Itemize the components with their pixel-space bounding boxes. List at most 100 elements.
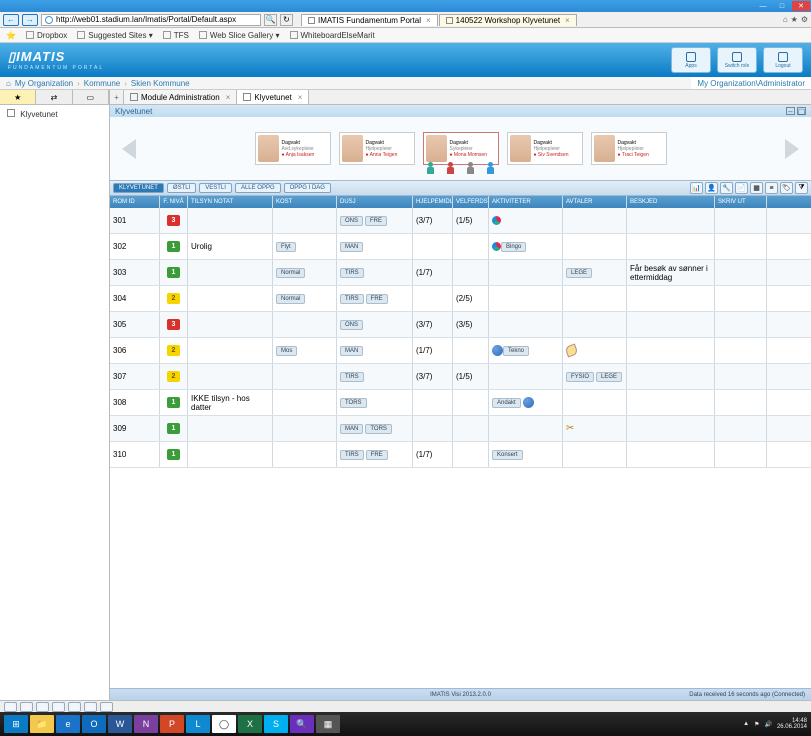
expand-panel-button[interactable]: ▢ xyxy=(797,107,806,115)
tab-klyvetunet[interactable]: Klyvetunet × xyxy=(237,90,309,104)
favorites-icon[interactable]: ★ xyxy=(791,15,798,24)
column-header[interactable]: AVTALER xyxy=(563,196,627,208)
carousel-prev[interactable] xyxy=(122,139,136,159)
status-icon[interactable] xyxy=(68,702,81,712)
task-word[interactable]: W xyxy=(108,715,132,733)
column-header[interactable]: HJELPEMIDL. xyxy=(413,196,453,208)
close-icon[interactable]: × xyxy=(226,93,231,102)
role-icon[interactable] xyxy=(445,162,457,176)
status-icon[interactable] xyxy=(52,702,65,712)
table-row[interactable]: 3072TIRS(3/7)(1/5)FYSIOLEGE xyxy=(110,364,811,390)
funnel-icon[interactable]: ⧩ xyxy=(795,182,808,194)
table-row[interactable]: 3042NormalTIRSFRE(2/5) xyxy=(110,286,811,312)
header-btn-switch-role[interactable]: Switch role xyxy=(717,47,757,73)
status-icon[interactable] xyxy=(20,702,33,712)
table-row[interactable]: 3053ONS(3/7)(3/5) xyxy=(110,312,811,338)
browser-tab[interactable]: 140522 Workshop Klyvetunet× xyxy=(439,14,577,26)
column-header[interactable]: ROM ID xyxy=(110,196,160,208)
crumb-org[interactable]: My Organization xyxy=(15,79,73,88)
task-lync[interactable]: L xyxy=(186,715,210,733)
tool-icon[interactable]: ▦ xyxy=(750,182,763,194)
column-header[interactable]: BESKJED xyxy=(627,196,715,208)
role-icon[interactable] xyxy=(485,162,497,176)
tray-icon[interactable]: ▲ xyxy=(743,721,749,727)
filter-button[interactable]: ALLE OPPG xyxy=(235,183,281,193)
column-header[interactable]: SKRIV UT xyxy=(715,196,767,208)
table-row[interactable]: 3021UroligFlytMAN Bingo xyxy=(110,234,811,260)
tool-icon[interactable]: 🏷 xyxy=(780,182,793,194)
bookmark-item[interactable]: Web Slice Gallery ▾ xyxy=(199,31,280,40)
tool-icon[interactable]: 📄 xyxy=(735,182,748,194)
column-header[interactable]: F. NIVÅ xyxy=(160,196,188,208)
minimize-panel-button[interactable]: – xyxy=(786,107,795,115)
tool-icon[interactable]: 🔧 xyxy=(720,182,733,194)
task-ie[interactable]: e xyxy=(56,715,80,733)
task-app[interactable]: ▦ xyxy=(316,715,340,733)
table-row[interactable]: 3081IKKE tilsyn - hos datterTORSAndakt xyxy=(110,390,811,416)
tray-icon[interactable]: ⚑ xyxy=(754,721,759,728)
filter-button[interactable]: KLYVETUNET xyxy=(113,183,164,193)
browser-tab[interactable]: IMATIS Fundamentum Portal× xyxy=(301,14,438,26)
add-tab-button[interactable]: + xyxy=(110,90,124,104)
refresh-button[interactable]: ↻ xyxy=(280,14,293,26)
table-row[interactable]: 3062MosMAN(1/7) Tekno xyxy=(110,338,811,364)
task-outlook[interactable]: O xyxy=(82,715,106,733)
bookmark-item[interactable]: TFS xyxy=(163,31,189,40)
status-icon[interactable] xyxy=(4,702,17,712)
staff-card[interactable]: DagvaktHjelpepleier● Siv Svendsen xyxy=(507,132,583,165)
role-icon[interactable] xyxy=(425,162,437,176)
table-row[interactable]: 3013ONSFRE(3/7)(1/5) xyxy=(110,208,811,234)
task-explorer[interactable]: 📁 xyxy=(30,715,54,733)
column-header[interactable]: TILSYN NOTAT xyxy=(188,196,273,208)
role-icon[interactable] xyxy=(465,162,477,176)
task-powerpoint[interactable]: P xyxy=(160,715,184,733)
status-icon[interactable] xyxy=(100,702,113,712)
back-button[interactable]: ← xyxy=(3,14,19,26)
table-row[interactable]: 3031NormalTIRS(1/7)LEGEFår besøk av sønn… xyxy=(110,260,811,286)
staff-card[interactable]: DagvaktAvd.sykepleier● Anja Isaksen xyxy=(255,132,331,165)
bookmark-item[interactable]: Dropbox xyxy=(26,31,67,40)
home-icon[interactable]: ⌂ xyxy=(6,79,11,88)
column-header[interactable]: DUSJ xyxy=(337,196,413,208)
header-btn-apps[interactable]: Apps xyxy=(671,47,711,73)
minimize-button[interactable]: — xyxy=(754,1,772,11)
tool-icon[interactable]: ≡ xyxy=(765,182,778,194)
column-header[interactable]: VELFERDSTEK. xyxy=(453,196,489,208)
left-item-klyvetunet[interactable]: Klyvetunet xyxy=(0,105,109,123)
tray-icon[interactable]: 🔊 xyxy=(764,721,771,728)
staff-card[interactable]: DagvaktHjelpepleier● Traci Teigen xyxy=(591,132,667,165)
address-bar[interactable]: http://web01.stadium.lan/Imatis/Portal/D… xyxy=(41,14,261,26)
left-tab[interactable]: ▭ xyxy=(73,90,109,104)
forward-button[interactable]: → xyxy=(22,14,38,26)
staff-card[interactable]: DagvaktHjelpepleier● Anna Teigen xyxy=(339,132,415,165)
close-icon[interactable]: × xyxy=(298,93,303,102)
column-header[interactable]: KOST xyxy=(273,196,337,208)
task-excel[interactable]: X xyxy=(238,715,262,733)
carousel-next[interactable] xyxy=(785,139,799,159)
home-icon[interactable]: ⌂ xyxy=(783,15,788,24)
staff-card[interactable]: DagvaktSykepleier● Mona Momsen xyxy=(423,132,499,165)
task-skype[interactable]: S xyxy=(264,715,288,733)
search-button[interactable]: 🔍 xyxy=(264,14,277,26)
task-chrome[interactable]: ◯ xyxy=(212,715,236,733)
maximize-button[interactable]: □ xyxy=(773,1,791,11)
table-row[interactable]: 3101TIRSFRE(1/7) Konsert xyxy=(110,442,811,468)
close-button[interactable]: ✕ xyxy=(792,1,810,11)
filter-button[interactable]: OPPG I DAG xyxy=(284,183,331,193)
tool-icon[interactable]: 👤 xyxy=(705,182,718,194)
filter-button[interactable]: ØSTLI xyxy=(167,183,196,193)
crumb-kommune[interactable]: Kommune xyxy=(84,79,120,88)
left-tab[interactable]: ★ xyxy=(0,90,36,104)
status-icon[interactable] xyxy=(36,702,49,712)
status-icon[interactable] xyxy=(84,702,97,712)
tab-module-admin[interactable]: Module Administration × xyxy=(124,90,237,104)
tool-icon[interactable]: 📊 xyxy=(690,182,703,194)
header-btn-logout[interactable]: Logout xyxy=(763,47,803,73)
start-button[interactable]: ⊞ xyxy=(4,715,28,733)
filter-button[interactable]: VESTLI xyxy=(199,183,232,193)
bookmark-item[interactable]: WhiteboardElseMarit xyxy=(290,31,375,40)
task-onenote[interactable]: N xyxy=(134,715,158,733)
bookmark-toggle[interactable]: ⭐ xyxy=(6,31,16,40)
column-header[interactable]: AKTIVITETER xyxy=(489,196,563,208)
left-tab[interactable]: ⇄ xyxy=(36,90,72,104)
